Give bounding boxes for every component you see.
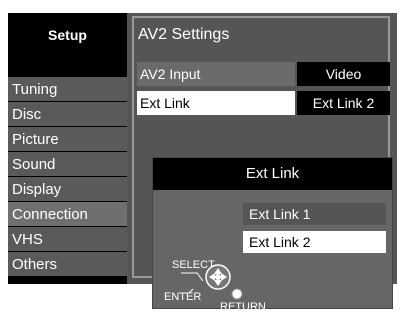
sidebar-item-tuning[interactable]: Tuning (8, 76, 127, 101)
popup-option-ext-link-1[interactable]: Ext Link 1 (243, 203, 386, 225)
sidebar-item-connection[interactable]: Connection (8, 201, 127, 226)
return-hint-label: RETURN (220, 301, 266, 313)
sidebar-title: Setup (48, 27, 87, 43)
return-button-icon (231, 288, 243, 300)
sidebar-item-vhs[interactable]: VHS (8, 226, 127, 251)
sidebar-item-disc[interactable]: Disc (8, 101, 127, 126)
popup-title: Ext Link (153, 158, 392, 190)
sidebar-item-sound[interactable]: Sound (8, 151, 127, 176)
setting-row-av2-input[interactable]: AV2 Input Video (137, 62, 390, 86)
stage: Setup Tuning Disc Picture Sound Display … (0, 0, 405, 314)
setting-value[interactable]: Ext Link 2 (297, 91, 390, 115)
setup-menu: Tuning Disc Picture Sound Display Connec… (8, 76, 127, 276)
setting-value[interactable]: Video (297, 62, 390, 86)
popup-option-ext-link-2[interactable]: Ext Link 2 (243, 231, 386, 253)
hint-connector-lines (179, 272, 204, 294)
setup-sidebar: Setup Tuning Disc Picture Sound Display … (8, 13, 127, 284)
sidebar-item-others[interactable]: Others (8, 251, 127, 276)
setting-label: AV2 Input (137, 62, 295, 86)
setting-label: Ext Link (137, 91, 295, 115)
sidebar-item-picture[interactable]: Picture (8, 126, 127, 151)
panel-title: AV2 Settings (138, 26, 230, 43)
setting-row-ext-link[interactable]: Ext Link Ext Link 2 (137, 91, 390, 115)
sidebar-item-display[interactable]: Display (8, 176, 127, 201)
